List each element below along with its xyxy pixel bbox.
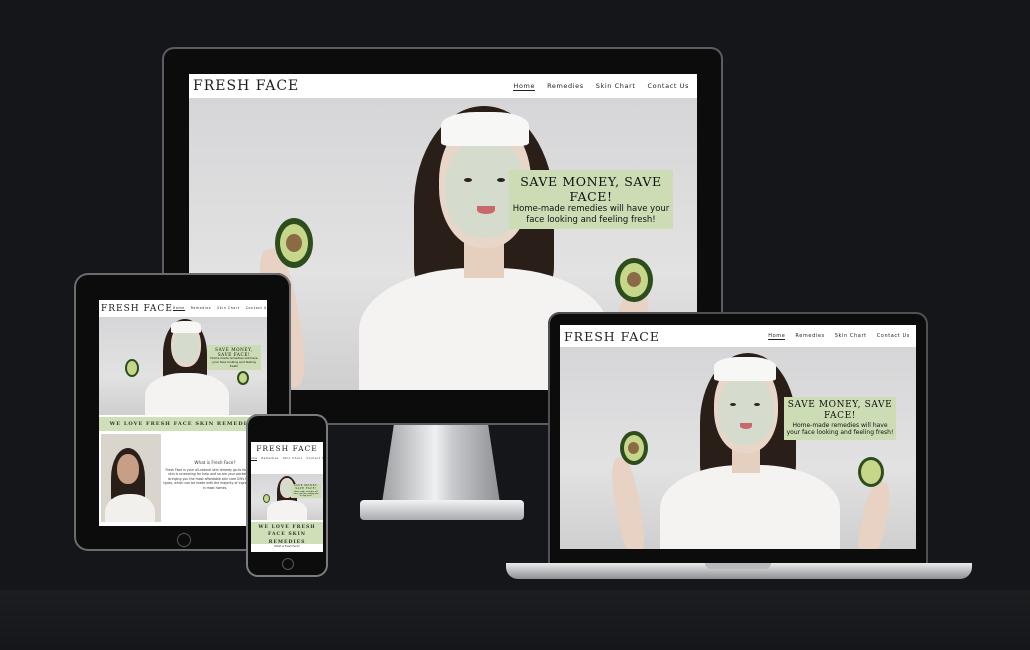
about-heading: What is Fresh Face? xyxy=(274,545,300,548)
brand-logo[interactable]: FRESH FACE xyxy=(251,444,323,453)
navbar: FRESH FACE Home Remedies Skin Chart Cont… xyxy=(99,300,267,317)
nav-home[interactable]: Home xyxy=(513,82,536,91)
hero-callout: SAVE MONEY, SAVE FACE! Home-made remedie… xyxy=(207,345,261,371)
hero-heading: SAVE MONEY, SAVE FACE! xyxy=(293,484,319,490)
monitor-stand xyxy=(382,425,500,503)
hero-heading: SAVE MONEY, SAVE FACE! xyxy=(520,174,662,204)
website-tablet: FRESH FACE Home Remedies Skin Chart Cont… xyxy=(99,300,267,526)
nav-contact[interactable]: Contact Us xyxy=(648,82,690,91)
skin-remedies-banner: WE LOVE FRESH FACE SKIN REMEDIES xyxy=(99,417,267,431)
hero-callout: SAVE MONEY, SAVE FACE! Home-made remedie… xyxy=(291,484,321,499)
phone-screen: FRESH FACE Home Remedies Skin Chart Cont… xyxy=(251,442,323,552)
hero-image: SAVE MONEY, SAVE FACE! Home-made remedie… xyxy=(99,317,267,415)
skin-remedies-banner: WE LOVE FRESH FACE SKIN REMEDIES xyxy=(251,522,323,545)
hero-image: SAVE MONEY, SAVE FACE! Home-made remedie… xyxy=(560,347,916,549)
laptop-notch xyxy=(705,563,771,569)
nav-home[interactable]: Home xyxy=(768,333,786,340)
hero-image: SAVE MONEY, SAVE FACE! Home-made remedie… xyxy=(251,474,323,520)
nav-links: Home Remedies Skin Chart Contact Us xyxy=(251,457,323,461)
brand-logo[interactable]: FRESH FACE xyxy=(564,329,660,344)
hero-callout: SAVE MONEY, SAVE FACE! Home-made remedie… xyxy=(509,170,673,230)
monitor-stand-base xyxy=(360,500,524,520)
tablet-home-button xyxy=(177,533,191,547)
nav-home[interactable]: Home xyxy=(172,306,185,311)
about-image xyxy=(101,434,161,522)
nav-contact[interactable]: Contact Us xyxy=(877,333,910,340)
tablet-screen: FRESH FACE Home Remedies Skin Chart Cont… xyxy=(99,300,267,526)
nav-remedies[interactable]: Remedies xyxy=(795,333,824,340)
nav-skin-chart[interactable]: Skin Chart xyxy=(217,306,240,311)
nav-remedies[interactable]: Remedies xyxy=(191,306,211,311)
hero-callout: SAVE MONEY, SAVE FACE! Home-made remedie… xyxy=(784,397,896,440)
website-laptop: FRESH FACE Home Remedies Skin Chart Cont… xyxy=(560,325,916,549)
navbar: FRESH FACE Home Remedies Skin Chart Cont… xyxy=(189,74,697,98)
hero-text: Home-made remedies will have your face l… xyxy=(512,204,670,225)
hero-text: Home-made remedies will have your face l… xyxy=(210,356,258,368)
website-phone: FRESH FACE Home Remedies Skin Chart Cont… xyxy=(251,442,323,552)
nav-home[interactable]: Home xyxy=(251,457,258,461)
brand-logo[interactable]: FRESH FACE xyxy=(193,78,299,94)
brand-logo[interactable]: FRESH FACE xyxy=(101,304,173,314)
woman-with-avocados xyxy=(600,347,900,549)
nav-links: Home Remedies Skin Chart Contact Us xyxy=(768,333,910,340)
nav-remedies[interactable]: Remedies xyxy=(261,457,279,461)
nav-remedies[interactable]: Remedies xyxy=(547,82,584,91)
hero-text: Home-made remedies will have your face l… xyxy=(786,421,894,437)
nav-links: Home Remedies Skin Chart Contact Us xyxy=(172,306,267,311)
phone-home-button xyxy=(282,558,294,570)
laptop-screen: FRESH FACE Home Remedies Skin Chart Cont… xyxy=(560,325,916,549)
nav-contact[interactable]: Contact Us xyxy=(246,306,267,311)
nav-skin-chart[interactable]: Skin Chart xyxy=(596,82,636,91)
navbar: FRESH FACE Home Remedies Skin Chart Cont… xyxy=(560,325,916,347)
floor-reflection xyxy=(0,590,1030,650)
nav-skin-chart[interactable]: Skin Chart xyxy=(835,333,867,340)
hero-heading: SAVE MONEY, SAVE FACE! xyxy=(787,400,893,421)
navbar: FRESH FACE Home Remedies Skin Chart Cont… xyxy=(251,444,323,461)
hero-text: Home-made remedies will have your face l… xyxy=(293,490,319,498)
nav-links: Home Remedies Skin Chart Contact Us xyxy=(513,82,689,91)
nav-skin-chart[interactable]: Skin Chart xyxy=(283,457,302,461)
nav-contact[interactable]: Contact Us xyxy=(306,457,323,461)
